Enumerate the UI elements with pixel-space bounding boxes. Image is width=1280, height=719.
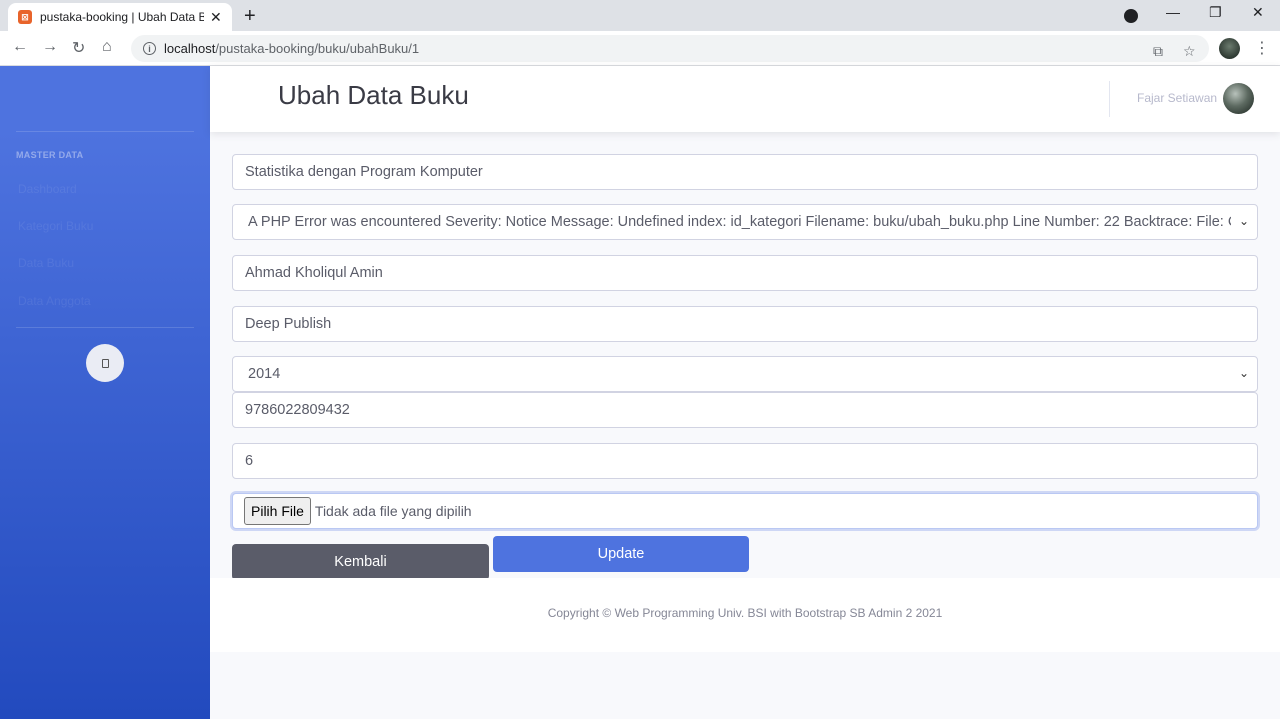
choose-file-button[interactable]: Pilih File bbox=[244, 497, 311, 525]
tab-search-icon[interactable] bbox=[1124, 9, 1138, 23]
tab-title: pustaka-booking | Ubah Data Buku bbox=[40, 10, 204, 24]
close-tab-icon[interactable]: ✕ bbox=[210, 9, 222, 26]
footer: Copyright © Web Programming Univ. BSI wi… bbox=[210, 578, 1280, 652]
sidebar: MASTER DATA Dashboard Kategori Buku Data… bbox=[0, 66, 210, 719]
pengarang-input[interactable]: Ahmad Kholiqul Amin bbox=[232, 255, 1258, 291]
kembali-button[interactable]: Kembali bbox=[232, 544, 489, 580]
info-icon[interactable]: i bbox=[143, 42, 156, 55]
chevron-down-icon: ⌄ bbox=[1238, 214, 1249, 228]
address-bar[interactable]: i localhost/pustaka-booking/buku/ubahBuk… bbox=[131, 35, 1209, 62]
home-icon[interactable]: ⌂ bbox=[102, 38, 112, 56]
sidebar-divider bbox=[16, 327, 194, 328]
page-title: Ubah Data Buku bbox=[278, 80, 469, 110]
sidebar-item-dashboard[interactable]: Dashboard bbox=[18, 182, 77, 196]
browser-tab[interactable]: ⊠ pustaka-booking | Ubah Data Buku ✕ bbox=[8, 3, 232, 31]
topbar: Ubah Data Buku Fajar Setiawan bbox=[210, 66, 1280, 132]
chevron-down-icon: ⌄ bbox=[1238, 366, 1249, 380]
judul-buku-input[interactable]: Statistika dengan Program Komputer bbox=[232, 154, 1258, 190]
penerbit-input[interactable]: Deep Publish bbox=[232, 306, 1258, 342]
restore-icon[interactable]: ❐ bbox=[1209, 4, 1222, 21]
isbn-value: 9786022809432 bbox=[245, 402, 350, 418]
file-status-text: Tidak ada file yang dipilih bbox=[314, 503, 472, 519]
tahun-terbit-value: 2014 bbox=[248, 366, 281, 382]
copyright-text: Copyright © Web Programming Univ. BSI wi… bbox=[547, 606, 943, 620]
back-arrow-icon[interactable]: ← bbox=[12, 38, 28, 56]
minimize-icon[interactable]: — bbox=[1166, 4, 1180, 20]
sidebar-heading: MASTER DATA bbox=[16, 150, 84, 160]
page-wrapper: MASTER DATA Dashboard Kategori Buku Data… bbox=[0, 66, 1280, 719]
stok-input[interactable]: 6 bbox=[232, 443, 1258, 479]
reload-icon[interactable]: ↻ bbox=[72, 38, 85, 58]
stok-value: 6 bbox=[245, 453, 254, 469]
user-name[interactable]: Fajar Setiawan bbox=[1137, 91, 1217, 105]
xampp-logo-icon: ⊠ bbox=[18, 10, 32, 24]
isbn-input[interactable]: 9786022809432 bbox=[232, 392, 1258, 428]
sidebar-item-data-buku[interactable]: Data Buku bbox=[18, 256, 74, 270]
profile-avatar[interactable] bbox=[1219, 38, 1240, 59]
translate-icon[interactable]: ⧉ bbox=[1153, 43, 1163, 60]
topbar-divider bbox=[1109, 81, 1110, 117]
sidebar-item-kategori-buku[interactable]: Kategori Buku bbox=[18, 219, 93, 233]
kategori-selected-value: A PHP Error was encountered Severity: No… bbox=[248, 214, 1231, 230]
url-text: localhost/pustaka-booking/buku/ubahBuku/… bbox=[164, 41, 420, 56]
tahun-terbit-select[interactable]: 2014 ⌄ bbox=[232, 356, 1258, 392]
penerbit-value: Deep Publish bbox=[245, 316, 332, 332]
menu-kebab-icon[interactable]: ⋮ bbox=[1254, 38, 1270, 58]
sidebar-toggle-button[interactable] bbox=[86, 344, 124, 382]
update-button[interactable]: Update bbox=[493, 536, 749, 572]
judul-buku-value: Statistika dengan Program Komputer bbox=[245, 164, 483, 180]
new-tab-icon[interactable]: + bbox=[244, 5, 256, 28]
sidebar-divider bbox=[16, 131, 194, 132]
bookmark-star-icon[interactable]: ☆ bbox=[1183, 43, 1196, 60]
user-avatar[interactable] bbox=[1223, 83, 1254, 114]
kategori-select[interactable]: A PHP Error was encountered Severity: No… bbox=[232, 204, 1258, 240]
close-window-icon[interactable]: ✕ bbox=[1252, 4, 1264, 21]
sidebar-item-data-anggota[interactable]: Data Anggota bbox=[18, 294, 91, 308]
browser-toolbar: ← → ↻ ⌂ i localhost/pustaka-booking/buku… bbox=[0, 31, 1280, 66]
forward-arrow-icon[interactable]: → bbox=[42, 38, 58, 56]
sidebar-toggle-icon bbox=[101, 358, 109, 368]
pengarang-value: Ahmad Kholiqul Amin bbox=[245, 265, 383, 281]
browser-tab-strip: ⊠ pustaka-booking | Ubah Data Buku ✕ + —… bbox=[0, 0, 1280, 31]
image-file-input[interactable]: Pilih File Tidak ada file yang dipilih bbox=[232, 493, 1258, 529]
